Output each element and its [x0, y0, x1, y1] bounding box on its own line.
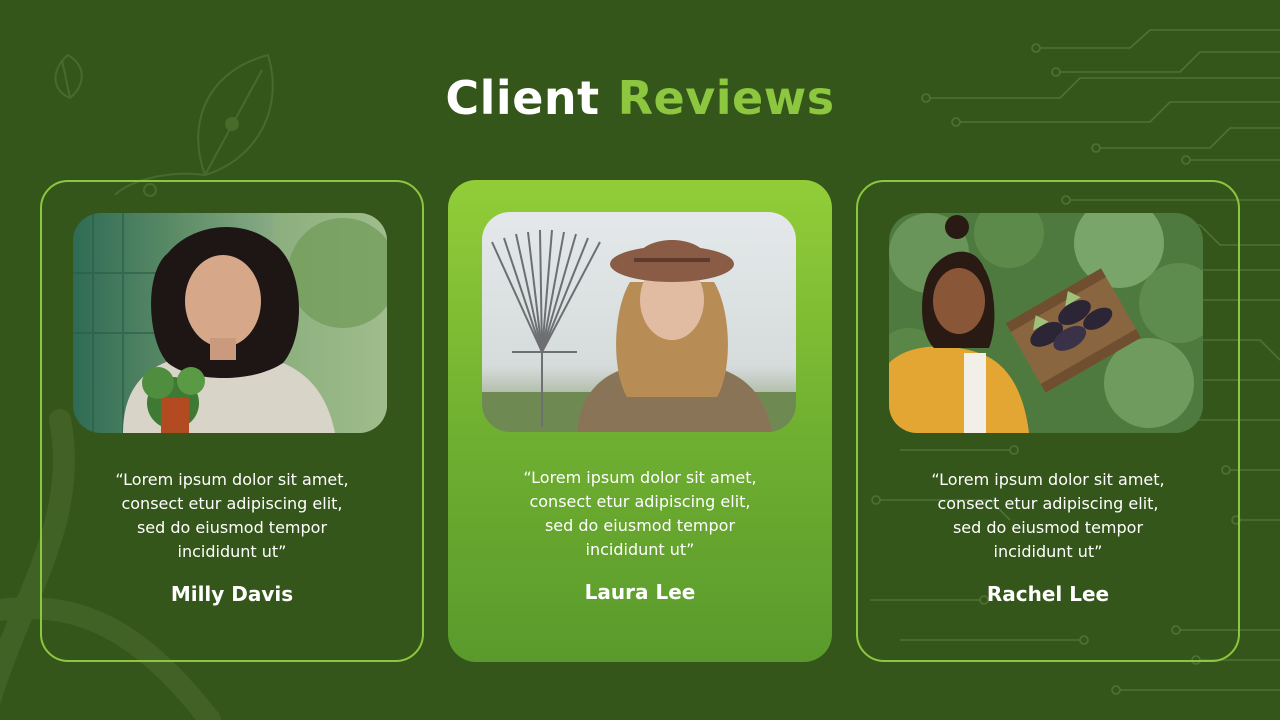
review-card-rachel-lee: “Lorem ipsum dolor sit amet, consect etu… — [856, 180, 1240, 662]
client-name: Laura Lee — [584, 580, 696, 604]
slide-title: Client Reviews — [0, 66, 1280, 130]
title-word-client: Client — [445, 71, 600, 125]
client-photo — [73, 213, 387, 433]
quote-line: incididunt ut” — [993, 542, 1103, 561]
slide: Client Reviews “Lorem ipsum dolor sit am… — [0, 0, 1280, 720]
quote-line: consect etur adipiscing elit, — [937, 494, 1159, 513]
quote-line: “Lorem ipsum dolor sit amet, — [115, 470, 349, 489]
woman-with-hat-and-rake-photo — [482, 212, 796, 432]
woman-holding-vegetable-crate-photo — [889, 213, 1203, 433]
quote-line: incididunt ut” — [585, 540, 695, 559]
review-card-laura-lee: “Lorem ipsum dolor sit amet, consect etu… — [448, 180, 832, 662]
review-quote: “Lorem ipsum dolor sit amet, consect etu… — [42, 468, 422, 564]
review-quote: “Lorem ipsum dolor sit amet, consect etu… — [448, 466, 832, 562]
quote-line: “Lorem ipsum dolor sit amet, — [523, 468, 757, 487]
title-word-reviews: Reviews — [617, 71, 835, 125]
review-card-milly-davis: “Lorem ipsum dolor sit amet, consect etu… — [40, 180, 424, 662]
quote-line: sed do eiusmod tempor — [136, 518, 328, 537]
review-quote: “Lorem ipsum dolor sit amet, consect etu… — [858, 468, 1238, 564]
client-photo — [889, 213, 1203, 433]
client-photo — [482, 212, 796, 432]
quote-line: incididunt ut” — [177, 542, 287, 561]
quote-line: “Lorem ipsum dolor sit amet, — [931, 470, 1165, 489]
quote-line: consect etur adipiscing elit, — [121, 494, 343, 513]
woman-holding-potted-plant-photo — [73, 213, 387, 433]
quote-line: sed do eiusmod tempor — [544, 516, 736, 535]
client-name: Milly Davis — [170, 582, 294, 606]
quote-line: consect etur adipiscing elit, — [529, 492, 751, 511]
client-name: Rachel Lee — [986, 582, 1110, 606]
quote-line: sed do eiusmod tempor — [952, 518, 1144, 537]
